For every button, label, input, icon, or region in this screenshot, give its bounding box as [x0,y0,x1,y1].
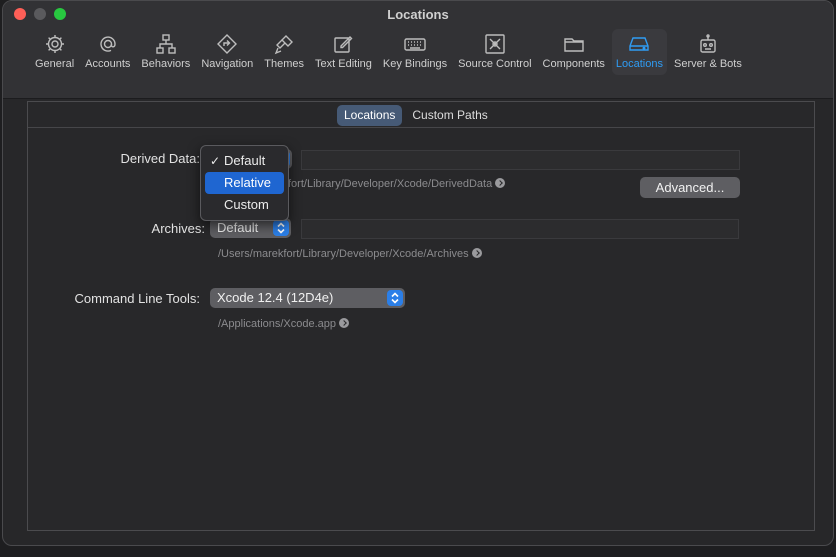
window-title: Locations [387,7,449,22]
archives-path[interactable]: /Users/marekfort/Library/Developer/Xcode… [218,248,482,260]
preferences-window: Locations General Accounts Behaviors Nav… [2,0,834,546]
source-control-icon [485,34,505,54]
toolbar-item-label: Themes [264,58,305,70]
command-line-tools-path[interactable]: /Applications/Xcode.app [218,318,350,330]
chevron-updown-icon [387,290,403,306]
command-line-tools-value: Xcode 12.4 (12D4e) [217,290,334,305]
title-bar: Locations General Accounts Behaviors Nav… [3,1,833,99]
folder-icon [564,38,584,52]
menu-item-custom[interactable]: Custom [205,194,284,216]
derived-data-label: Derived Data: [120,151,200,166]
at-icon [100,36,116,52]
menu-item-label: Custom [224,197,269,212]
derived-data-path-field[interactable] [301,150,740,170]
toolbar-item-navigation[interactable]: Navigation [197,29,257,75]
chevron-updown-icon [273,220,289,236]
toolbar-item-components[interactable]: Components [539,29,609,75]
derived-data-path-text: fort/Library/Developer/Xcode/DerivedData [288,178,493,190]
reveal-arrow-icon[interactable] [495,178,506,188]
toolbar-item-behaviors[interactable]: Behaviors [137,29,194,75]
archives-popup[interactable]: Default [210,218,291,238]
brush-icon [274,35,294,55]
toolbar-item-label: Key Bindings [382,58,448,70]
navigation-diamond-icon [217,34,238,54]
divider [28,127,814,128]
hierarchy-icon [156,34,176,54]
derived-data-path[interactable]: fort/Library/Developer/Xcode/DerivedData [288,178,506,190]
toolbar-item-themes[interactable]: Themes [260,29,308,75]
menu-item-label: Relative [224,175,271,190]
pencil-square-icon [334,36,353,53]
menu-item-default[interactable]: ✓ Default [205,150,284,172]
preferences-toolbar: General Accounts Behaviors Navigation Th… [31,29,749,75]
toolbar-item-general[interactable]: General [31,29,78,75]
advanced-button[interactable]: Advanced... [640,177,740,198]
command-line-tools-label: Command Line Tools: [74,291,201,306]
toolbar-item-label: Source Control [458,58,532,70]
menu-item-label: Default [224,153,266,168]
toolbar-item-label: Text Editing [315,58,372,70]
archives-path-field[interactable] [301,219,739,239]
toolbar-item-source-control[interactable]: Source Control [454,29,535,75]
archives-label: Archives: [151,221,205,236]
toolbar-item-label: Navigation [201,58,254,70]
toolbar-item-label: Behaviors [141,58,191,70]
archives-popup-value: Default [217,220,259,235]
toolbar-item-label: Components [542,58,605,70]
toolbar-item-key-bindings[interactable]: Key Bindings [379,29,451,75]
locations-segmented-control: Locations Custom Paths [337,105,498,126]
toolbar-item-label: Accounts [85,58,131,70]
reveal-arrow-icon[interactable] [471,248,482,258]
archives-path-text: /Users/marekfort/Library/Developer/Xcode… [218,248,469,260]
tab-custom-paths[interactable]: Custom Paths [405,105,494,126]
command-line-tools-path-text: /Applications/Xcode.app [218,318,337,330]
toolbar-item-label: Locations [615,58,663,70]
toolbar-item-accounts[interactable]: Accounts [81,29,134,75]
toolbar-item-label: General [35,58,75,70]
toolbar-item-server-bots[interactable]: Server & Bots [670,29,746,75]
checkmark-icon: ✓ [210,154,221,168]
toolbar-item-locations[interactable]: Locations [611,29,667,75]
toolbar-item-text-editing[interactable]: Text Editing [311,29,376,75]
keyboard-icon [404,38,426,51]
derived-data-menu: ✓ Default Relative Custom [200,145,289,221]
drive-icon [629,37,650,51]
tab-locations[interactable]: Locations [337,105,403,126]
command-line-tools-popup[interactable]: Xcode 12.4 (12D4e) [210,288,405,308]
robot-icon [700,34,716,53]
toolbar-item-label: Server & Bots [673,58,742,70]
reveal-arrow-icon[interactable] [339,318,350,328]
menu-item-relative[interactable]: Relative [205,172,284,194]
gear-icon [45,35,64,53]
